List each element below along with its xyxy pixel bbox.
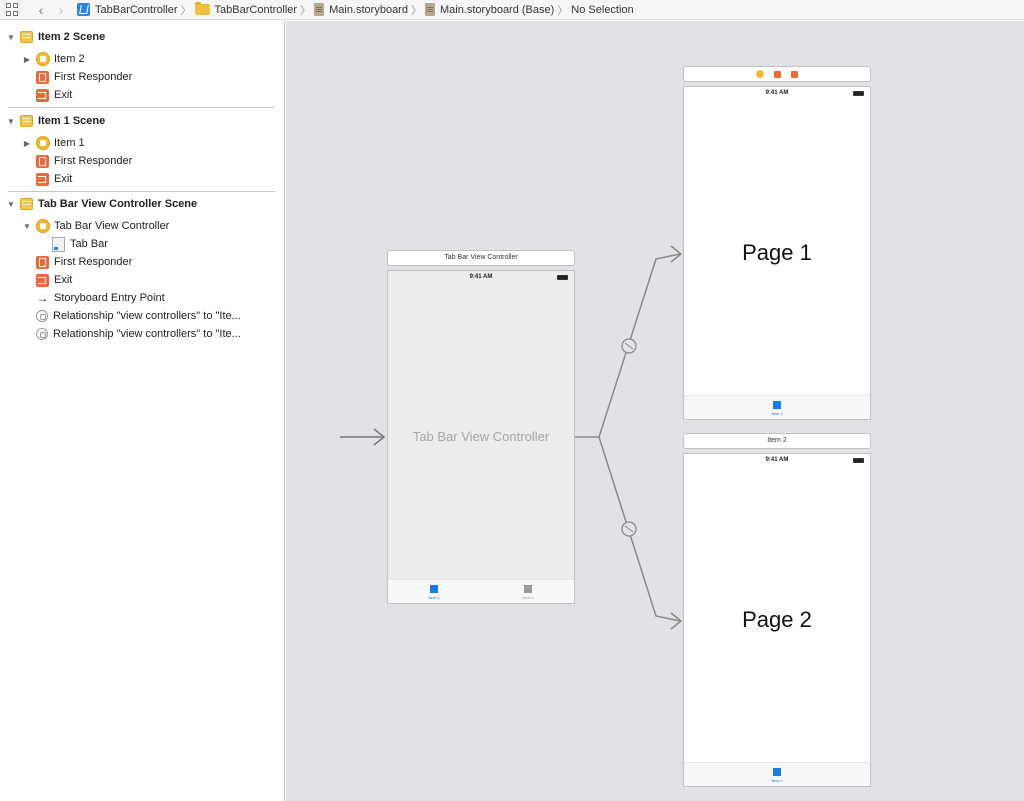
battery-icon: [853, 91, 864, 96]
tab-bar-vc-placeholder-label: Tab Bar View Controller: [412, 429, 550, 444]
breadcrumb-separator: 〉: [557, 4, 569, 17]
disclosure-triangle-collapsed-icon[interactable]: ▶: [22, 55, 32, 64]
breadcrumb-storyboard-base[interactable]: Main.storyboard (Base): [424, 3, 554, 16]
forward-chevron-icon[interactable]: ›: [51, 2, 71, 18]
outline-item-tab-bar[interactable]: Tab Bar: [52, 235, 108, 253]
entry-point-arrow-icon: →: [36, 291, 49, 305]
outline-scene-item-1[interactable]: ▼ Item 1 Scene: [6, 112, 286, 130]
outline-item-first-responder[interactable]: First Responder: [36, 253, 132, 271]
outline-item-first-responder[interactable]: First Responder: [36, 152, 132, 170]
exit-icon: [36, 88, 49, 102]
scene-icon: [20, 31, 33, 43]
breadcrumb-separator: 〉: [410, 4, 422, 17]
first-responder-icon: [36, 154, 49, 168]
exit-icon: [36, 172, 49, 186]
breadcrumb-separator: 〉: [300, 4, 312, 17]
outline-scene-tab-bar-vc[interactable]: ▼ Tab Bar View Controller Scene: [6, 195, 286, 213]
storyboard-file-icon: [424, 3, 435, 16]
page2-label[interactable]: Page 2: [684, 607, 870, 633]
page1-device[interactable]: 9:41 AM Page 1 Item 1: [683, 86, 871, 420]
scene-icon: [20, 198, 33, 210]
tab-bar[interactable]: Item 1 Item 2: [388, 579, 574, 603]
relationship-segue-icon: [36, 328, 48, 340]
back-chevron-icon[interactable]: ‹: [31, 2, 51, 18]
status-bar-time: 9:41 AM: [469, 274, 493, 280]
outline-item-first-responder[interactable]: First Responder: [36, 68, 132, 86]
relationship-segue-icon: [36, 310, 48, 322]
status-bar-time: 9:41 AM: [765, 457, 789, 463]
tab-bar-vc-device[interactable]: 9:41 AM Tab Bar View Controller Item 1 I…: [387, 270, 575, 604]
storyboard-canvas[interactable]: Tab Bar View Controller 9:41 AM Tab Bar …: [286, 21, 1024, 801]
outline-scene-item-2[interactable]: ▼ Item 2 Scene: [6, 28, 286, 46]
outline-divider: [8, 191, 275, 192]
outline-item-exit[interactable]: Exit: [36, 170, 72, 188]
related-items-grid-icon[interactable]: [6, 3, 19, 16]
disclosure-triangle-expanded-icon[interactable]: ▼: [6, 200, 16, 209]
tab-bar-controller-icon: [36, 219, 50, 233]
status-bar-time: 9:41 AM: [765, 90, 789, 96]
breadcrumb-separator: 〉: [180, 4, 192, 17]
exit-dock-icon[interactable]: [791, 70, 798, 78]
scene-icon: [20, 115, 33, 127]
tab-item-1[interactable]: Item 1: [414, 585, 454, 600]
view-controller-icon: [36, 52, 50, 66]
disclosure-triangle-expanded-icon[interactable]: ▼: [6, 117, 16, 126]
breadcrumb-project[interactable]: TabBarController: [77, 3, 178, 16]
outline-item-relationship[interactable]: Relationship "view controllers" to "Ite.…: [36, 325, 241, 343]
disclosure-triangle-expanded-icon[interactable]: ▼: [22, 222, 32, 231]
xcode-project-icon: [77, 3, 90, 16]
disclosure-triangle-expanded-icon[interactable]: ▼: [6, 33, 16, 42]
tab-item-square-icon: [430, 585, 438, 593]
page2-scene-title[interactable]: Item 2: [683, 433, 871, 449]
view-controller-icon: [36, 136, 50, 150]
tab-bar[interactable]: Item 1: [684, 395, 870, 419]
disclosure-triangle-collapsed-icon[interactable]: ▶: [22, 139, 32, 148]
outline-item-exit[interactable]: Exit: [36, 86, 72, 104]
outline-divider: [8, 107, 275, 108]
first-responder-dock-icon[interactable]: [774, 70, 781, 78]
page2-device[interactable]: 9:41 AM Page 2 Item 2: [683, 453, 871, 787]
tab-item-2[interactable]: Item 2: [508, 585, 548, 600]
tab-bar-vc-scene-title[interactable]: Tab Bar View Controller: [387, 250, 575, 266]
breadcrumb-selection[interactable]: No Selection: [571, 4, 633, 16]
page1-label[interactable]: Page 1: [684, 240, 870, 266]
page1-scene-dock[interactable]: [683, 66, 871, 82]
tab-bar[interactable]: Item 2: [684, 762, 870, 786]
battery-icon: [557, 275, 568, 280]
storyboard-file-icon: [314, 3, 325, 16]
breadcrumb-storyboard[interactable]: Main.storyboard: [314, 3, 408, 16]
outline-item-vc[interactable]: ▶ Item 2: [22, 50, 85, 68]
tab-bar-icon: [52, 236, 65, 252]
exit-icon: [36, 273, 49, 287]
outline-item-vc[interactable]: ▶ Item 1: [22, 134, 85, 152]
outline-item-tab-bar-vc[interactable]: ▼ Tab Bar View Controller: [22, 217, 169, 235]
outline-item-exit[interactable]: Exit: [36, 271, 72, 289]
document-outline: ▼ Item 2 Scene ▶ Item 2 First Responder …: [0, 21, 285, 801]
tab-item-2[interactable]: Item 2: [757, 768, 797, 783]
battery-icon: [853, 458, 864, 463]
first-responder-icon: [36, 255, 49, 269]
view-controller-dock-icon[interactable]: [756, 70, 764, 78]
tab-item-square-icon: [524, 585, 532, 593]
jump-bar: ‹ › TabBarController 〉 TabBarController …: [0, 0, 1024, 20]
tab-item-square-icon: [773, 768, 781, 776]
outline-item-relationship[interactable]: Relationship "view controllers" to "Ite.…: [36, 307, 241, 325]
outline-item-entry-point[interactable]: → Storyboard Entry Point: [36, 289, 165, 307]
breadcrumb-folder[interactable]: TabBarController: [194, 2, 297, 16]
first-responder-icon: [36, 70, 49, 84]
tab-item-square-icon: [773, 401, 781, 409]
folder-icon: [194, 2, 210, 15]
tab-item-1[interactable]: Item 1: [757, 401, 797, 416]
